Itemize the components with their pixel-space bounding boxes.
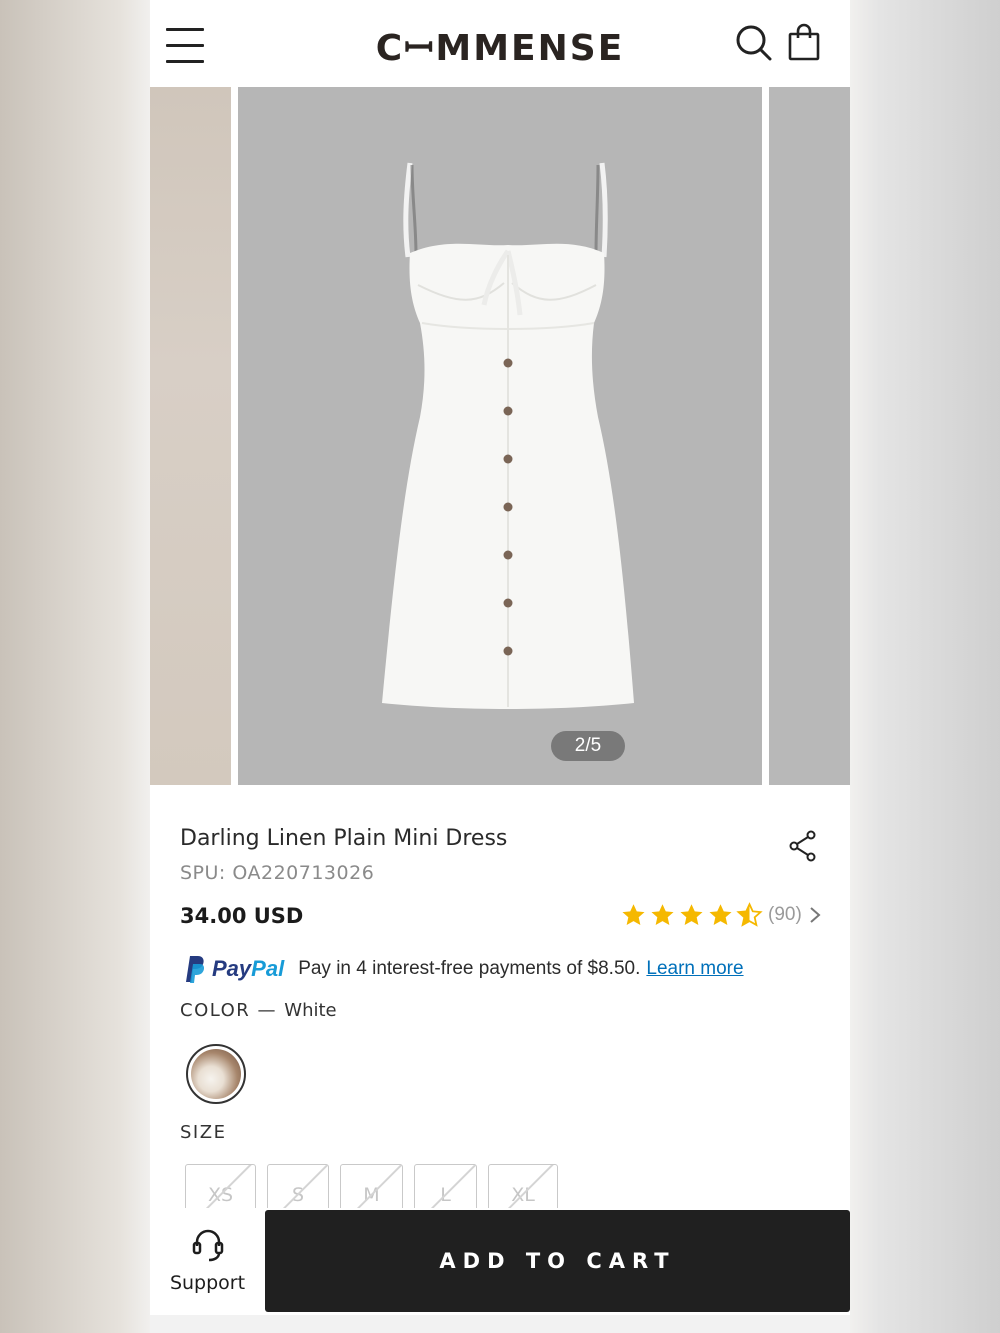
star-full-icon [680, 903, 703, 925]
support-button[interactable]: Support [150, 1208, 265, 1313]
color-heading: COLOR — White [180, 1000, 337, 1021]
star-full-icon [709, 903, 732, 925]
star-full-icon [651, 903, 674, 925]
paypal-installment-text: Pay in 4 interest-free payments of $8.50… [298, 958, 641, 979]
rating-count: (90) [768, 904, 802, 925]
gallery-next-slide[interactable] [769, 87, 850, 785]
color-value: White [284, 1000, 337, 1021]
headset-icon [192, 1229, 224, 1262]
product-page: CꟷMMENSE 2/5 Darling Linen Plain Mini Dr… [150, 0, 850, 1333]
product-gallery[interactable]: 2/5 [150, 87, 850, 785]
gallery-current-slide[interactable]: 2/5 [238, 87, 762, 785]
share-icon[interactable] [788, 830, 818, 862]
color-swatch-white[interactable] [186, 1044, 246, 1104]
size-label: SIZE [180, 1122, 227, 1143]
search-icon[interactable] [735, 24, 773, 62]
star-full-icon [622, 903, 645, 925]
shopping-bag-icon[interactable] [787, 22, 821, 62]
paypal-word-pal: Pal [251, 956, 285, 981]
paypal-word-pay: Pay [212, 956, 252, 981]
header: CꟷMMENSE [150, 0, 850, 87]
add-to-cart-button[interactable]: ADD TO CART [265, 1210, 850, 1312]
image-counter: 2/5 [551, 731, 625, 761]
product-title: Darling Linen Plain Mini Dress [180, 826, 508, 851]
paypal-banner: PayPal Pay in 4 interest-free payments o… [180, 952, 744, 986]
color-label: COLOR [180, 1000, 251, 1021]
paypal-learn-more-link[interactable]: Learn more [646, 958, 743, 980]
product-price: 34.00 USD [180, 904, 304, 928]
color-separator: — [257, 1000, 278, 1021]
paypal-wordmark: PayPal [212, 956, 284, 982]
rating-summary[interactable]: (90) [620, 900, 822, 930]
dress-image [382, 162, 634, 709]
paypal-logo-icon [186, 956, 205, 983]
support-label: Support [169, 1272, 246, 1294]
chevron-right-icon [810, 907, 821, 923]
star-half-icon [736, 901, 763, 927]
product-spu: SPU: OA220713026 [180, 862, 375, 884]
gallery-prev-slide[interactable] [150, 87, 231, 785]
bottom-divider [150, 1315, 850, 1333]
